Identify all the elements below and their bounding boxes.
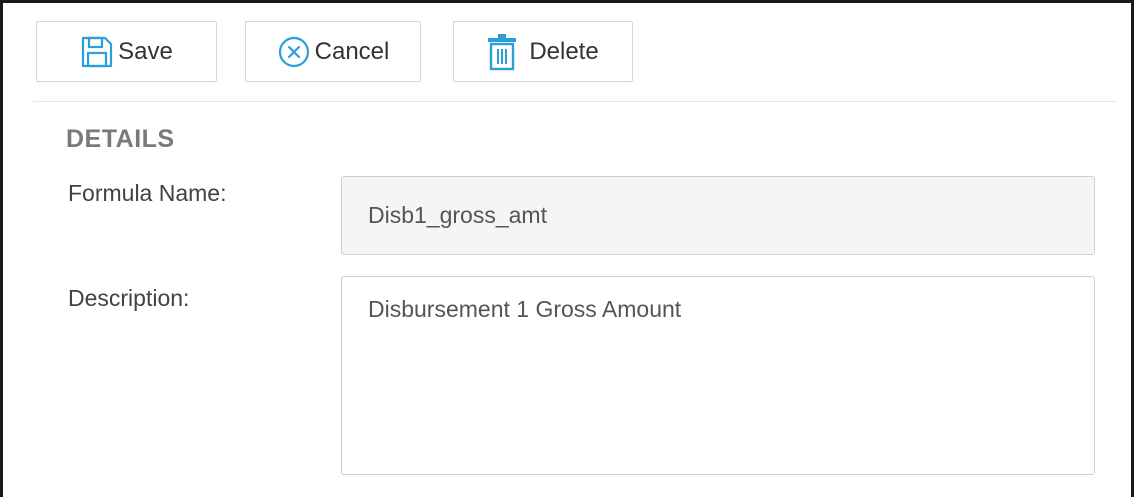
- description-label: Description:: [68, 285, 190, 311]
- cancel-button-label: Cancel: [314, 37, 390, 65]
- save-button-label: Save: [118, 37, 173, 65]
- delete-button-label: Delete: [529, 37, 599, 65]
- formula-name-value: Disb1_gross_amt: [368, 202, 547, 228]
- save-button[interactable]: Save: [36, 21, 217, 82]
- formula-name-label: Formula Name:: [68, 180, 227, 206]
- toolbar-divider: [33, 101, 1117, 102]
- formula-name-field[interactable]: Disb1_gross_amt: [341, 176, 1095, 255]
- description-field[interactable]: Disbursement 1 Gross Amount: [341, 276, 1095, 475]
- circle-x-icon: [277, 35, 311, 69]
- section-title: DETAILS: [66, 125, 175, 153]
- floppy-disk-icon: [80, 35, 114, 69]
- delete-button[interactable]: Delete: [453, 21, 633, 82]
- cancel-button[interactable]: Cancel: [245, 21, 421, 82]
- trash-icon: [487, 33, 517, 71]
